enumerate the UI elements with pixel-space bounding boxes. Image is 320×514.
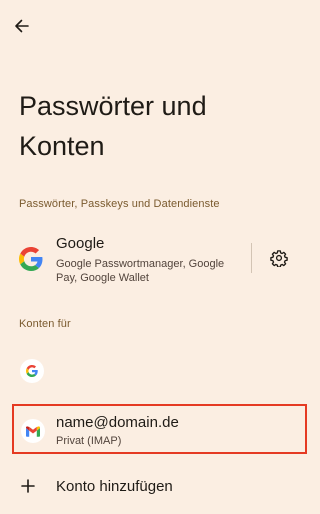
google-logo-icon <box>19 247 43 271</box>
vertical-divider <box>251 243 252 273</box>
provider-google-item[interactable]: Google Google Passwortmanager, Google Pa… <box>0 228 250 290</box>
google-logo-icon <box>26 365 38 377</box>
back-button[interactable] <box>10 14 34 38</box>
provider-settings-button[interactable] <box>268 247 290 269</box>
account-type: Privat (IMAP) <box>56 435 122 447</box>
section-header-accounts: Konten für <box>19 318 71 330</box>
add-account-button[interactable]: Konto hinzufügen <box>0 470 320 504</box>
account-email: name@domain.de <box>56 414 179 431</box>
gmail-icon <box>26 425 40 437</box>
plus-icon <box>21 479 35 493</box>
provider-name: Google <box>56 235 105 252</box>
section-header-passwords: Passwörter, Passkeys und Datendienste <box>19 198 220 210</box>
add-account-label: Konto hinzufügen <box>56 478 173 495</box>
account-item-google[interactable] <box>0 354 320 388</box>
arrow-back-icon <box>15 19 29 33</box>
avatar <box>20 359 44 383</box>
avatar <box>21 419 45 443</box>
gear-icon <box>270 250 288 267</box>
provider-description: Google Passwortmanager, Google Pay, Goog… <box>56 258 225 284</box>
account-item-gmail[interactable]: name@domain.de Privat (IMAP) <box>12 404 307 454</box>
page-title: Passwörter und Konten <box>19 91 207 161</box>
provider-row-google: Google Google Passwortmanager, Google Pa… <box>0 228 320 290</box>
